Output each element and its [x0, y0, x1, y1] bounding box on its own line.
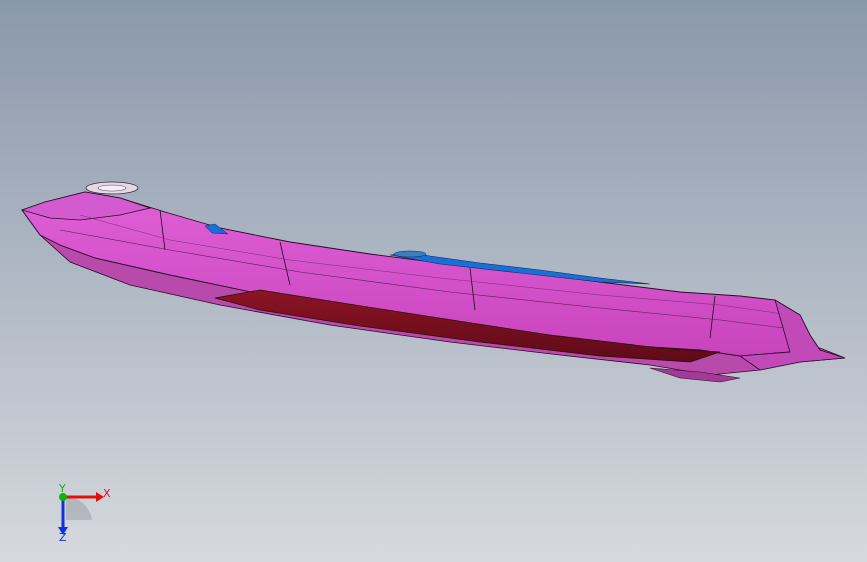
3d-scene[interactable]: X Y Z	[0, 0, 867, 562]
deck-hatch	[393, 250, 427, 258]
y-axis-label: Y	[58, 482, 66, 495]
bow-fitting-inner	[97, 184, 127, 192]
graphics-viewport[interactable]: X Y Z	[0, 0, 867, 562]
z-axis-label: Z	[59, 531, 67, 544]
x-axis-label: X	[103, 487, 111, 500]
